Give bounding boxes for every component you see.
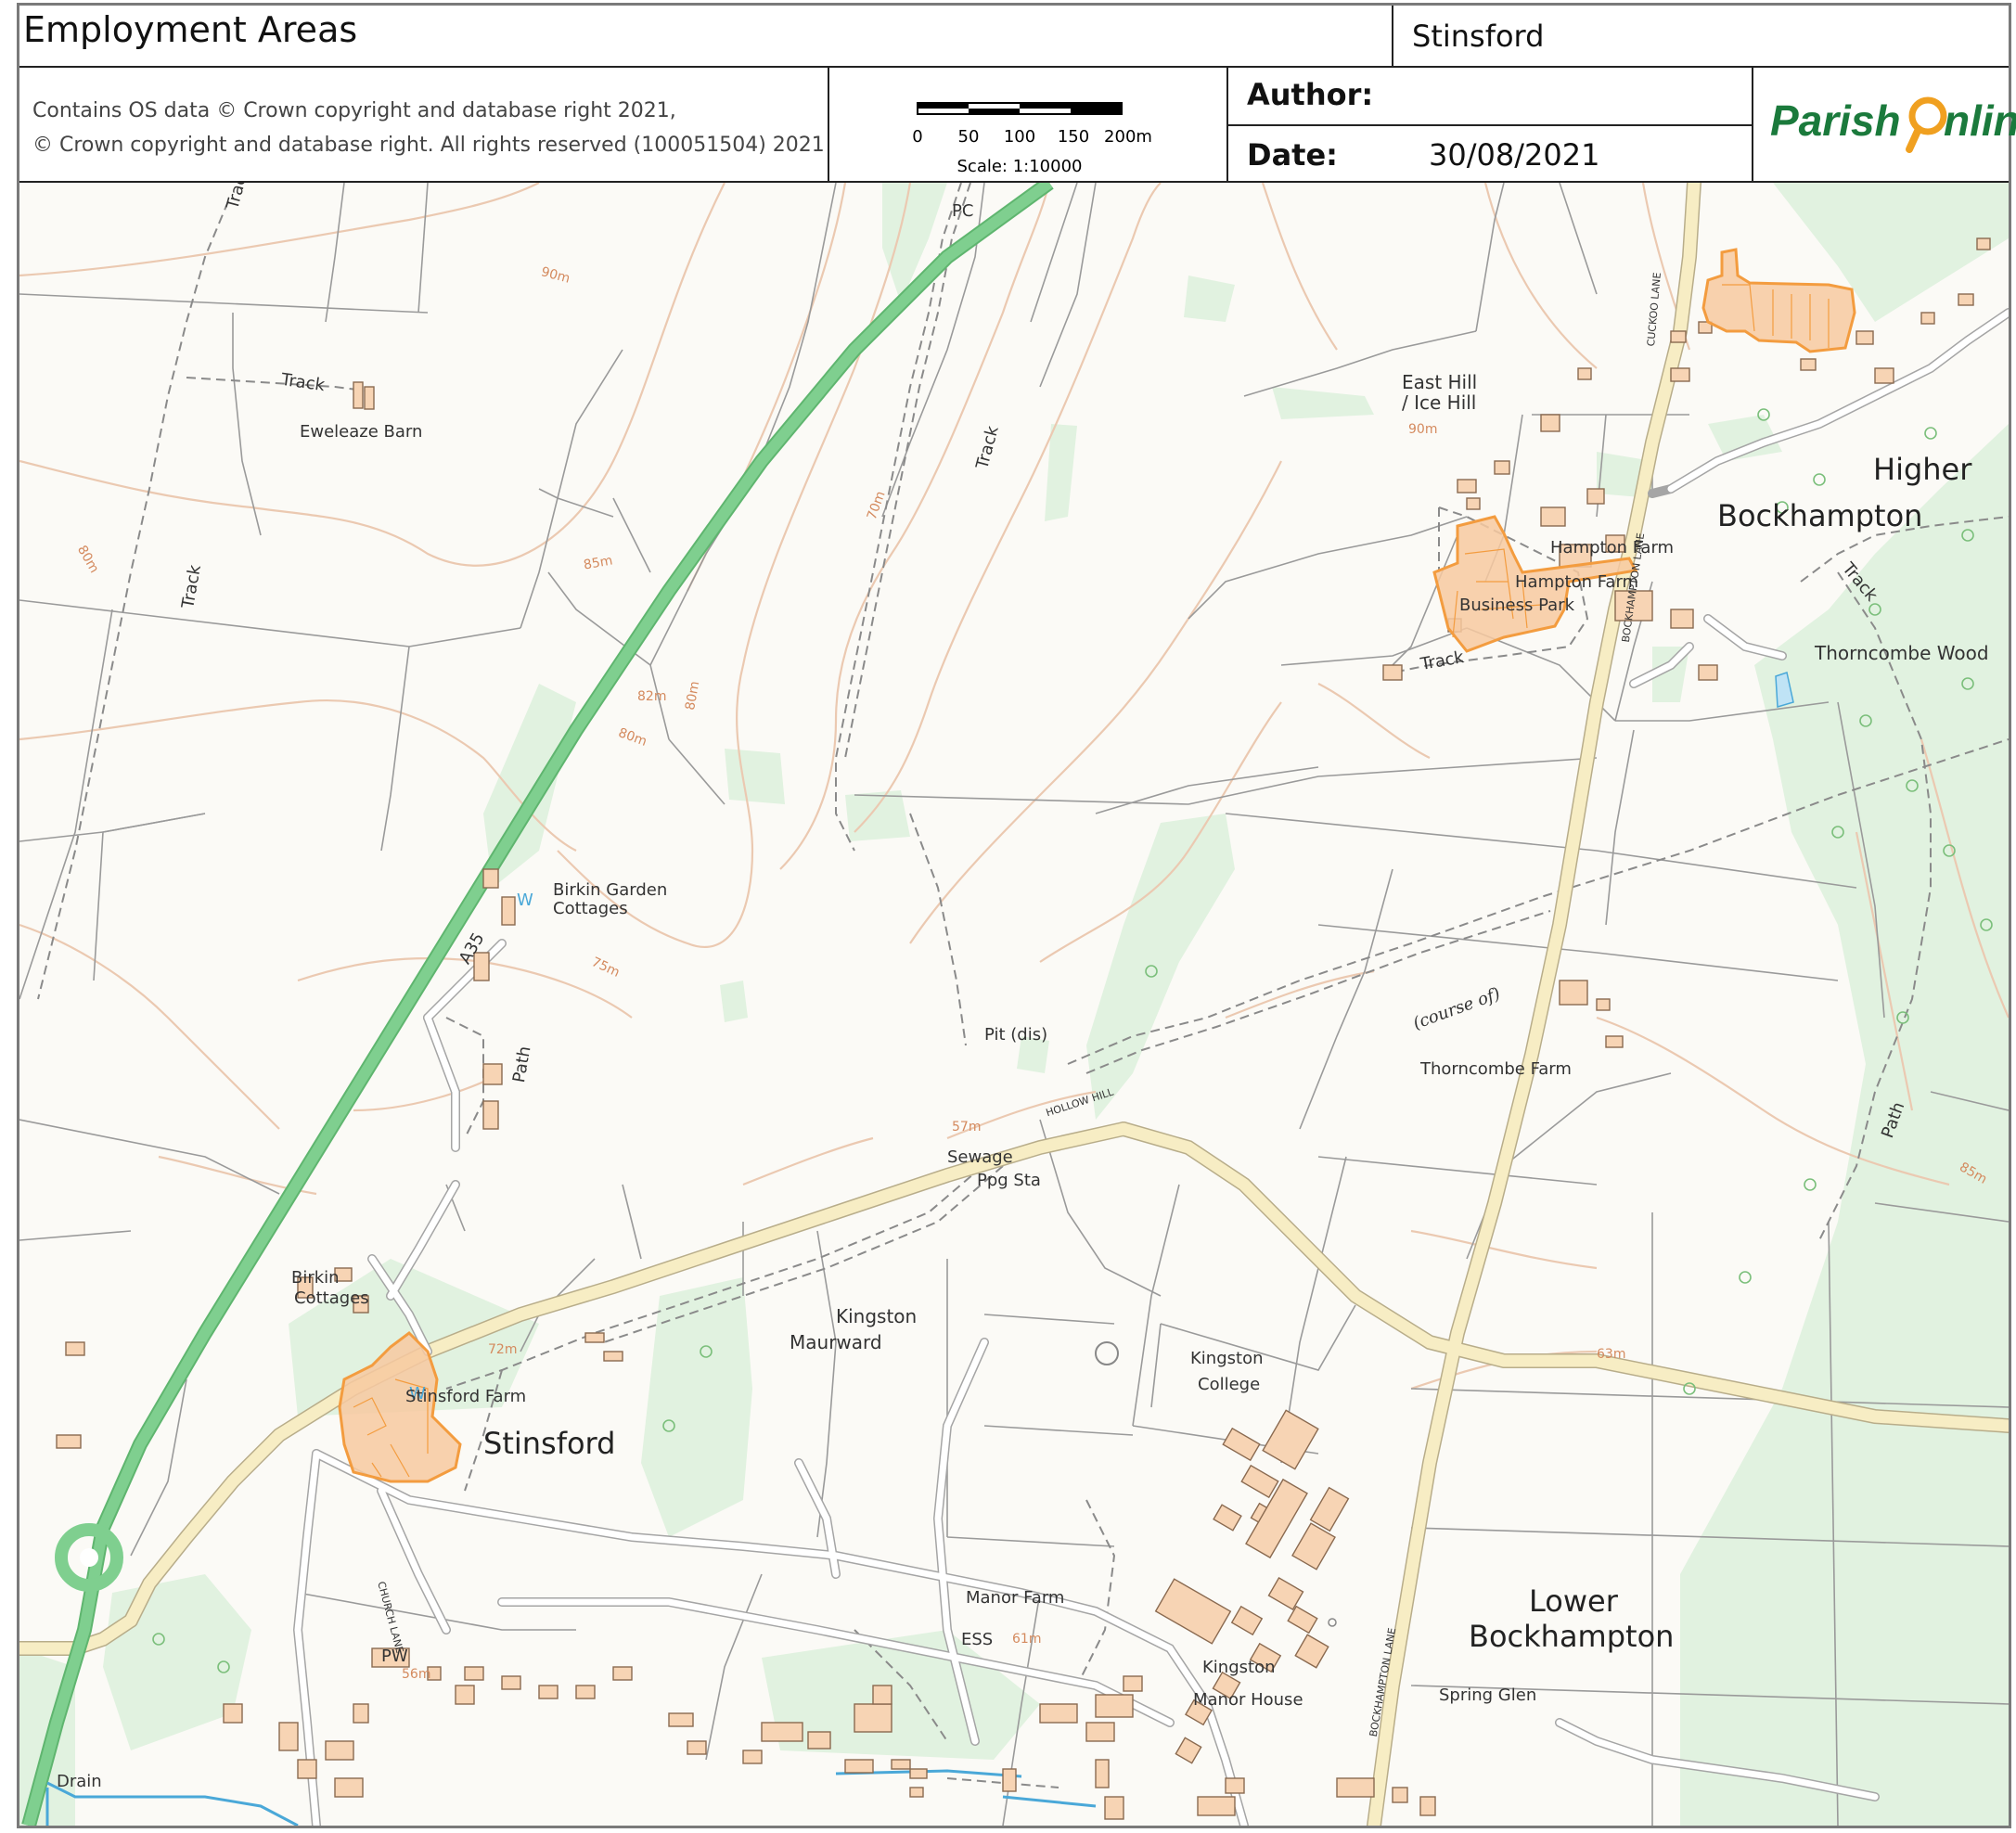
- label-drain: Drain: [57, 1772, 102, 1791]
- label-birkin-garden-cottages: Cottages: [553, 899, 628, 918]
- label-ppg-sta: Ppg Sta: [977, 1171, 1041, 1190]
- label-higher: Higher: [1873, 452, 1972, 487]
- logo-text-parish: Parish: [1770, 96, 1901, 145]
- scale-tick-200: 200m: [1104, 127, 1152, 147]
- label-pit-dis: Pit (dis): [984, 1025, 1048, 1045]
- label-kingston-college-2: College: [1198, 1375, 1261, 1394]
- label-contour-63m: 63m: [1597, 1347, 1626, 1362]
- label-well-1: W: [517, 891, 533, 910]
- copyright-notice: Contains OS data © Crown copyright and d…: [19, 68, 829, 183]
- label-thorncombe-wood: Thorncombe Wood: [1815, 642, 1989, 664]
- label-hampton-farm-1: Hampton Farm: [1550, 538, 1675, 558]
- label-pc: PC: [952, 201, 974, 221]
- scale-tick-50: 50: [958, 127, 980, 147]
- label-contour-56m: 56m: [402, 1667, 431, 1682]
- label-kingston-manor-1: Kingston: [1202, 1658, 1276, 1677]
- label-hampton-farm-2: Hampton Farm: [1515, 572, 1639, 592]
- date-field: Date: 30/08/2021: [1228, 126, 1752, 183]
- scale-tick-100: 100: [1004, 127, 1035, 147]
- label-birkin-cottages: Cottages: [294, 1288, 369, 1308]
- author-field: Author:: [1228, 68, 1752, 126]
- label-thorncombe-farm: Thorncombe Farm: [1420, 1059, 1572, 1079]
- scale-bar: 0 50 100 150 200m Scale: 1:10000: [829, 68, 1228, 183]
- label-contour-82m: 82m: [637, 689, 667, 704]
- label-kingston-maurward-2: Maurward: [790, 1331, 882, 1353]
- label-contour-57m: 57m: [952, 1120, 982, 1134]
- label-spring-glen: Spring Glen: [1439, 1686, 1537, 1705]
- scale-tick-0: 0: [912, 127, 922, 147]
- scale-ratio: Scale: 1:10000: [957, 157, 1083, 176]
- parish-name: Stinsford: [1393, 6, 2009, 68]
- date-value: 30/08/2021: [1429, 137, 1600, 173]
- map-sheet: Employment Areas Stinsford Contains OS d…: [17, 3, 2016, 1828]
- label-lower-bockhampton: Bockhampton: [1469, 1619, 1675, 1654]
- label-contour-72m: 72m: [488, 1342, 518, 1357]
- scale-tick-150: 150: [1058, 127, 1089, 147]
- label-birkin-garden: Birkin Garden: [553, 880, 668, 900]
- label-manor-farm: Manor Farm: [966, 1588, 1065, 1608]
- label-kingston-maurward-1: Kingston: [836, 1305, 918, 1327]
- label-sewage: Sewage: [947, 1147, 1013, 1167]
- label-stinsford-farm: Stinsford Farm: [405, 1387, 527, 1406]
- label-birkin: Birkin: [291, 1268, 340, 1288]
- label-kingston-manor-2: Manor House: [1193, 1690, 1303, 1710]
- copyright-line-1: Contains OS data © Crown copyright and d…: [32, 99, 676, 122]
- parish-online-logo: Parish nline: [1752, 68, 2016, 183]
- label-contour-61m: 61m: [1012, 1632, 1042, 1647]
- label-stinsford: Stinsford: [483, 1426, 616, 1461]
- label-kingston-college-1: Kingston: [1190, 1349, 1264, 1368]
- scale-bar-graphic: 0 50 100 150 200m Scale: 1:10000: [912, 102, 1152, 176]
- map-title: Employment Areas: [19, 6, 1393, 68]
- label-pw: PW: [381, 1647, 408, 1666]
- label-ess: ESS: [961, 1630, 994, 1649]
- label-higher-bockhampton: Bockhampton: [1717, 498, 1923, 533]
- os-map[interactable]: Track Track Track Track Track Track Ewel…: [19, 183, 2009, 1826]
- label-business-park: Business Park: [1459, 596, 1574, 615]
- label-contour-90m-east: 90m: [1408, 422, 1438, 437]
- author-label: Author:: [1247, 77, 1374, 112]
- label-lower: Lower: [1529, 1583, 1618, 1619]
- label-east-hill: East Hill: [1402, 371, 1478, 393]
- label-ice-hill: / Ice Hill: [1402, 391, 1477, 414]
- date-label: Date:: [1247, 137, 1338, 173]
- label-eweleaze-barn: Eweleaze Barn: [300, 422, 423, 442]
- logo-text-online: nline: [1944, 96, 2016, 145]
- copyright-line-2: © Crown copyright and database right. Al…: [32, 134, 825, 157]
